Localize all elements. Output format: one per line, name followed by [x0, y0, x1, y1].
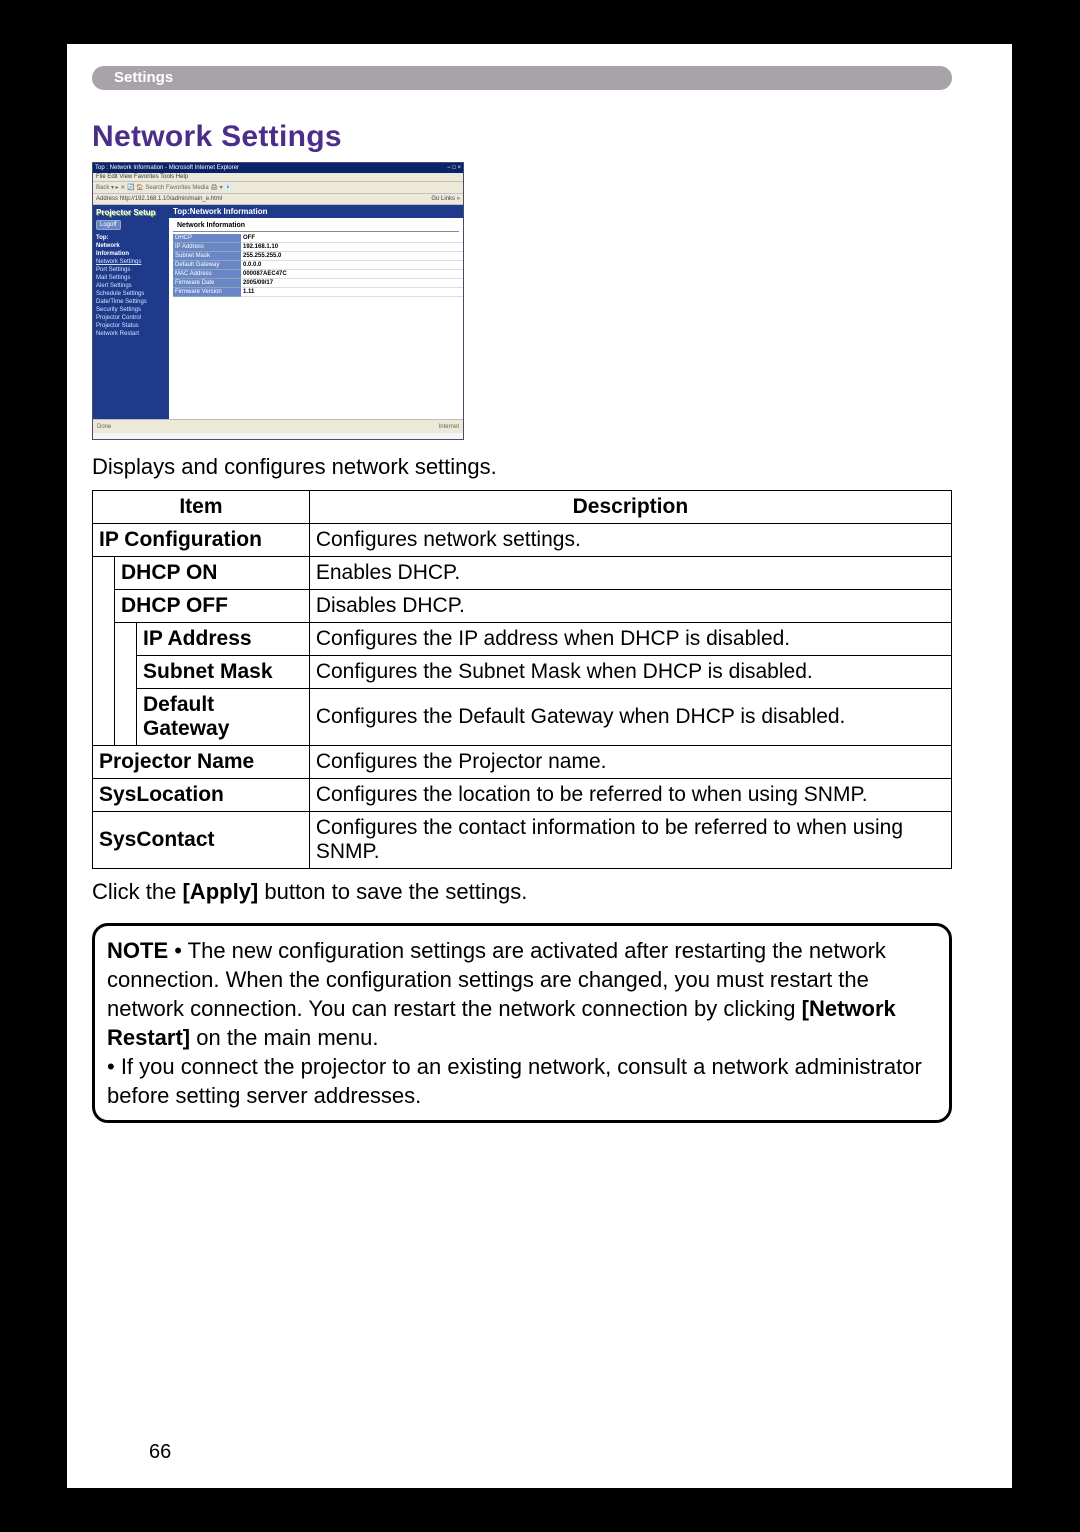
sidebar-item[interactable]: Network Restart — [96, 331, 166, 337]
item-cell: IP Configuration — [93, 524, 310, 557]
sidebar-item[interactable]: Port Settings — [96, 267, 166, 273]
item-cell: SysContact — [93, 812, 310, 869]
desc-cell: Configures network settings. — [309, 524, 951, 557]
sidebar-title: Projector Setup — [96, 208, 166, 217]
th-description: Description — [309, 491, 951, 524]
sidebar-item[interactable]: Network Settings — [96, 259, 166, 265]
sidebar-item[interactable]: Top: — [96, 235, 166, 241]
sidebar-item[interactable]: Projector Control — [96, 315, 166, 321]
item-cell: Projector Name — [93, 746, 310, 779]
window-title: Top : Network Information - Microsoft In… — [95, 165, 239, 171]
sidebar-item[interactable]: Alert Settings — [96, 283, 166, 289]
window-controls: − □ × — [447, 165, 461, 171]
item-cell: DHCP ON — [115, 557, 310, 590]
main-panel: Top:Network Information Network Informat… — [169, 205, 463, 419]
logout-button[interactable]: Logoff — [96, 220, 121, 230]
page-number: 66 — [149, 1441, 171, 1464]
item-cell: SysLocation — [93, 779, 310, 812]
sidebar-item[interactable]: Date/Time Settings — [96, 299, 166, 305]
item-cell: IP Address — [137, 623, 310, 656]
sidebar-item[interactable]: Projector Status — [96, 323, 166, 329]
sidebar-item[interactable]: Schedule Settings — [96, 291, 166, 297]
th-item: Item — [93, 491, 310, 524]
menubar: File Edit View Favorites Tools Help — [93, 173, 463, 182]
desc-cell: Configures the Default Gateway when DHCP… — [309, 689, 951, 746]
desc-cell: Disables DHCP. — [309, 590, 951, 623]
panel-subtitle: Network Information — [173, 218, 459, 232]
desc-cell: Configures the location to be referred t… — [309, 779, 951, 812]
indent-cell — [115, 623, 137, 746]
sidebar: Projector Setup Logoff Top: Network Info… — [93, 205, 169, 419]
sidebar-item[interactable]: Mail Settings — [96, 275, 166, 281]
item-cell: Subnet Mask — [137, 656, 310, 689]
desc-cell: Enables DHCP. — [309, 557, 951, 590]
sidebar-item[interactable]: Network — [96, 243, 166, 249]
indent-cell — [93, 557, 115, 746]
item-cell: Default Gateway — [137, 689, 310, 746]
note-label: NOTE — [107, 938, 168, 963]
section-banner: Settings — [92, 66, 952, 90]
manual-page: Settings Network Settings Top : Network … — [67, 44, 1012, 1488]
note-paragraph: • If you connect the projector to an exi… — [107, 1052, 937, 1110]
note-paragraph: NOTE • The new configuration settings ar… — [107, 936, 937, 1052]
panel-title: Top:Network Information — [169, 205, 463, 218]
toolbar: Back ▾ ▸ ✕ 🔄 🏠 Search Favorites Media 🖨 … — [93, 182, 463, 194]
info-table: DHCPOFF IP Address192.168.1.10 Subnet Ma… — [173, 234, 463, 297]
desc-cell: Configures the IP address when DHCP is d… — [309, 623, 951, 656]
embedded-screenshot: Top : Network Information - Microsoft In… — [92, 162, 464, 440]
window-titlebar: Top : Network Information - Microsoft In… — [93, 163, 463, 173]
desc-cell: Configures the Projector name. — [309, 746, 951, 779]
sidebar-item[interactable]: Security Settings — [96, 307, 166, 313]
instruction-text: Click the [Apply] button to save the set… — [92, 879, 952, 905]
address-bar: Address http://192.168.1.10/admin/main_e… — [93, 194, 463, 205]
sidebar-item[interactable]: Information — [96, 251, 166, 257]
description-table: Item Description IP Configuration Config… — [92, 490, 952, 869]
page-title: Network Settings — [92, 120, 952, 154]
item-cell: DHCP OFF — [115, 590, 310, 623]
desc-cell: Configures the contact information to be… — [309, 812, 951, 869]
note-box: NOTE • The new configuration settings ar… — [92, 923, 952, 1123]
status-bar: Done Internet — [93, 419, 463, 433]
desc-cell: Configures the Subnet Mask when DHCP is … — [309, 656, 951, 689]
intro-text: Displays and configures network settings… — [92, 454, 952, 480]
